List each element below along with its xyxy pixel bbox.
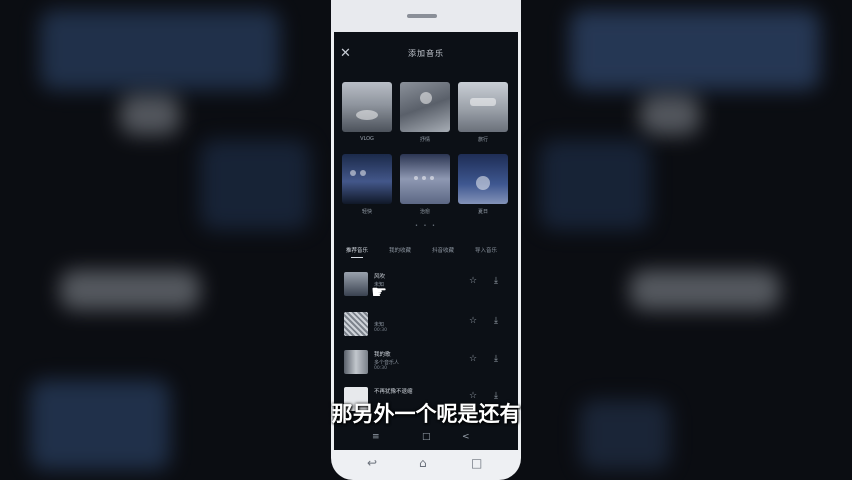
home-icon[interactable]: □ bbox=[422, 432, 431, 442]
category-label: 抒情 bbox=[419, 137, 430, 143]
page-title: 添加音乐 bbox=[408, 49, 444, 58]
tab-recommended[interactable]: 推荐音乐 bbox=[346, 246, 368, 254]
phone-screen: ✕ 添加音乐 VLOG 抒情 旅行 轻快 治愈 夏日 • • • 推荐音乐 我的… bbox=[334, 32, 518, 450]
category-thumbnail bbox=[342, 82, 392, 132]
song-title: 不再犹豫不退缩 bbox=[374, 389, 413, 395]
hardware-keys: ↩ ⌂ □ bbox=[331, 450, 521, 480]
download-icon[interactable]: ⤓ bbox=[494, 354, 498, 364]
category-thumbnail bbox=[458, 154, 508, 204]
menu-icon[interactable]: ≡ bbox=[372, 432, 380, 442]
song-artist: 未知 bbox=[374, 322, 385, 328]
tab-favorites[interactable]: 我的收藏 bbox=[389, 246, 411, 254]
return-icon[interactable]: ↩ bbox=[367, 456, 377, 470]
pointer-hand-icon: ☛ bbox=[371, 282, 388, 303]
category-thumbnail bbox=[342, 154, 392, 204]
category-label: 轻快 bbox=[361, 209, 372, 215]
category-lyrical[interactable]: 抒情 bbox=[400, 82, 450, 143]
download-icon[interactable]: ⤓ bbox=[494, 316, 498, 326]
download-icon[interactable]: ⤓ bbox=[494, 276, 498, 286]
song-cover bbox=[344, 350, 368, 374]
category-label: 治愈 bbox=[419, 209, 430, 215]
tab-douyin-favorites[interactable]: 抖音收藏 bbox=[432, 246, 454, 254]
pager-dots: • • • bbox=[414, 223, 438, 229]
song-cover bbox=[344, 272, 368, 296]
category-thumbnail bbox=[400, 154, 450, 204]
category-label: 旅行 bbox=[477, 137, 488, 143]
song-duration: 00:30 bbox=[374, 328, 387, 333]
home-key-icon[interactable]: ⌂ bbox=[419, 456, 427, 470]
song-title: 我的歌 bbox=[374, 352, 391, 358]
video-subtitle: 那另外一个呢是还有 bbox=[331, 402, 521, 426]
song-cover bbox=[344, 312, 368, 336]
phone-top-bezel bbox=[331, 0, 521, 32]
favorite-icon[interactable]: ☆ bbox=[469, 316, 477, 326]
category-thumbnail bbox=[458, 82, 508, 132]
system-nav-bar: ≡ □ < bbox=[334, 430, 518, 450]
song-row[interactable]: 风吹 未知 ☛ ☆ ⤓ bbox=[334, 272, 518, 308]
category-thumbnail bbox=[400, 82, 450, 132]
recents-icon[interactable]: □ bbox=[471, 456, 482, 470]
song-title: 风吹 bbox=[374, 274, 386, 280]
category-label: 夏日 bbox=[477, 209, 488, 215]
tab-active-indicator bbox=[351, 257, 363, 258]
song-artist: 多个音乐人 bbox=[374, 360, 400, 366]
song-row[interactable]: 我的歌 多个音乐人 00:30 ☆ ⤓ bbox=[334, 350, 518, 386]
category-summer[interactable]: 夏日 bbox=[458, 154, 508, 215]
speaker bbox=[407, 14, 437, 18]
category-light[interactable]: 轻快 bbox=[342, 154, 392, 215]
favorite-icon[interactable]: ☆ bbox=[469, 354, 477, 364]
tab-import[interactable]: 导入音乐 bbox=[475, 246, 497, 254]
song-duration: 00:30 bbox=[374, 366, 387, 371]
category-healing[interactable]: 治愈 bbox=[400, 154, 450, 215]
category-travel[interactable]: 旅行 bbox=[458, 82, 508, 143]
category-vlog[interactable]: VLOG bbox=[342, 82, 392, 142]
category-label: VLOG bbox=[360, 136, 374, 142]
song-row[interactable]: 未知 00:30 ☆ ⤓ bbox=[334, 312, 518, 348]
favorite-icon[interactable]: ☆ bbox=[469, 276, 477, 286]
back-icon[interactable]: < bbox=[462, 432, 470, 442]
